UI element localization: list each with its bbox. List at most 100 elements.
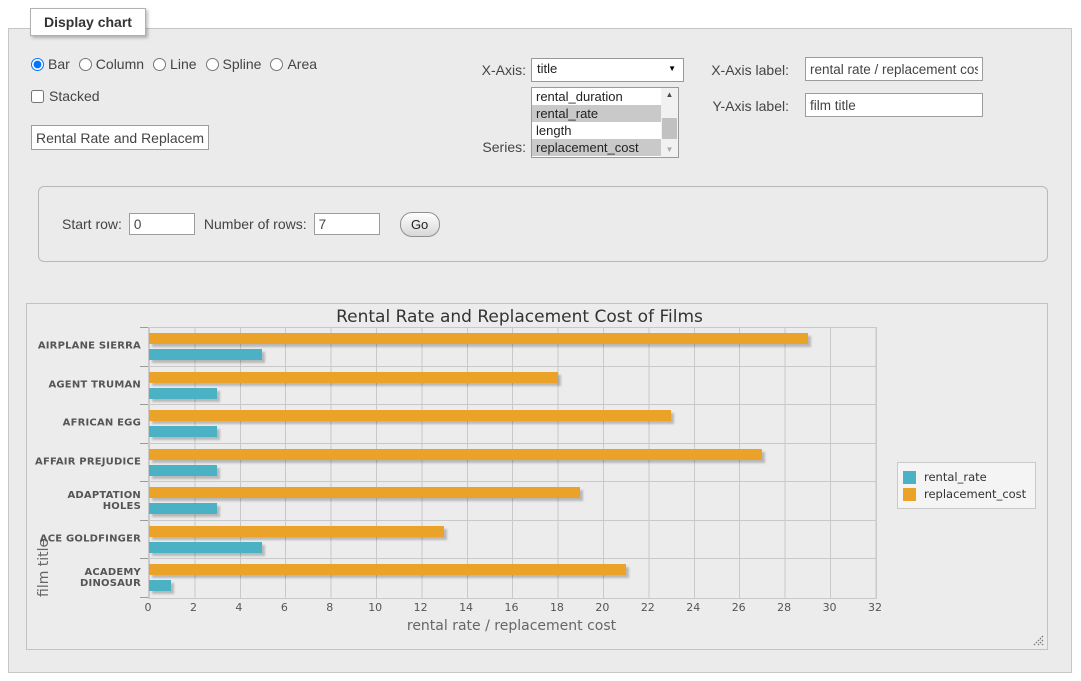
legend-label: rental_rate — [924, 470, 987, 484]
category-label: AFFAIR PREJUDICE — [27, 457, 141, 468]
x-axis-tick-label: 20 — [595, 601, 609, 614]
chart-band — [149, 559, 876, 598]
chart-legend: rental_rate replacement_cost — [897, 462, 1036, 509]
x-axis-tick-label: 24 — [686, 601, 700, 614]
stacked-checkbox[interactable] — [31, 90, 44, 103]
start-row-label: Start row: — [62, 216, 122, 232]
bar-replacement_cost[interactable] — [149, 410, 671, 421]
bar-replacement_cost[interactable] — [149, 372, 558, 383]
series-option-replacement_cost[interactable]: replacement_cost — [532, 139, 661, 156]
category-label: ACE GOLDFINGER — [27, 534, 141, 545]
x-axis-tick-label: 18 — [550, 601, 564, 614]
y-axis-label-label: Y-Axis label: — [639, 98, 789, 114]
chart-type-option-line[interactable]: Line — [153, 56, 196, 72]
stacked-option[interactable]: Stacked — [31, 88, 100, 104]
chart-x-axis-label: rental rate / replacement cost — [148, 618, 875, 634]
bar-rental_rate[interactable] — [149, 388, 217, 399]
bar-replacement_cost[interactable] — [149, 333, 808, 344]
panel-legend-text: Display chart — [44, 14, 132, 30]
chart-type-label: Bar — [48, 56, 70, 72]
category-label: AIRPLANE SIERRA — [27, 341, 141, 352]
bar-replacement_cost[interactable] — [149, 487, 580, 498]
category-label: ADAPTATION HOLES — [27, 490, 141, 512]
bar-rental_rate[interactable] — [149, 542, 262, 553]
row-range-box: Start row: Number of rows: Go — [38, 186, 1048, 262]
chart-band — [149, 405, 876, 444]
scrollbar-thumb[interactable] — [662, 118, 677, 139]
chart-band — [149, 367, 876, 406]
x-axis-tick-label: 0 — [145, 601, 152, 614]
bar-rental_rate[interactable] — [149, 465, 217, 476]
bar-rental_rate[interactable] — [149, 580, 171, 591]
x-axis-tick-label: 12 — [414, 601, 428, 614]
chart-type-radio-bar[interactable] — [31, 58, 44, 71]
num-rows-label: Number of rows: — [204, 216, 307, 232]
series-option-length[interactable]: length — [532, 122, 661, 139]
y-axis-tick-mark — [140, 597, 148, 598]
chart-type-radio-line[interactable] — [153, 58, 166, 71]
x-axis-tick-label: 6 — [281, 601, 288, 614]
chart-title: Rental Rate and Replacement Cost of Film… — [27, 307, 1012, 327]
chart-type-radio-spline[interactable] — [206, 58, 219, 71]
num-rows-input[interactable] — [314, 213, 380, 235]
go-button[interactable]: Go — [400, 212, 440, 237]
y-axis-tick-mark — [140, 404, 148, 405]
legend-item-replacement_cost[interactable]: replacement_cost — [903, 487, 1026, 501]
legend-swatch-rental_rate — [903, 471, 916, 484]
x-axis-tick-label: 28 — [777, 601, 791, 614]
x-axis-tick-label: 16 — [505, 601, 519, 614]
chart-type-option-bar[interactable]: Bar — [31, 56, 70, 72]
page: Display chart Bar Column Line Spline Area St… — [0, 0, 1081, 681]
bar-rental_rate[interactable] — [149, 503, 217, 514]
chart-type-label: Area — [287, 56, 317, 72]
start-row-input[interactable] — [129, 213, 195, 235]
series-select-label: Series: — [429, 139, 526, 155]
y-axis-tick-mark — [140, 327, 148, 328]
chart-type-radio-area[interactable] — [270, 58, 283, 71]
legend-swatch-replacement_cost — [903, 488, 916, 501]
x-axis-selected-value: title — [537, 61, 557, 76]
chart-type-label: Spline — [223, 56, 262, 72]
category-label: AGENT TRUMAN — [27, 379, 141, 390]
legend-item-rental_rate[interactable]: rental_rate — [903, 470, 1026, 484]
x-axis-label-input[interactable] — [805, 57, 983, 81]
x-axis-select-label: X-Axis: — [429, 62, 526, 78]
y-axis-tick-mark — [140, 558, 148, 559]
chart-title-input[interactable] — [31, 125, 209, 150]
display-chart-panel: Display chart BarColumnLineSplineArea St… — [8, 28, 1072, 673]
bar-replacement_cost[interactable] — [149, 526, 444, 537]
y-axis-tick-mark — [140, 481, 148, 482]
resize-handle-icon[interactable] — [1033, 635, 1044, 646]
x-axis-tick-label: 2 — [190, 601, 197, 614]
x-axis-tick-label: 26 — [732, 601, 746, 614]
x-axis-label-label: X-Axis label: — [639, 62, 789, 78]
bar-rental_rate[interactable] — [149, 426, 217, 437]
bar-replacement_cost[interactable] — [149, 564, 626, 575]
chart-band — [149, 444, 876, 483]
y-axis-label-input[interactable] — [805, 93, 983, 117]
chart-type-radio-group: Bar Column Line Spline Area — [31, 56, 326, 72]
chart-type-label: Line — [170, 56, 196, 72]
chart-band — [149, 482, 876, 521]
x-axis-tick-label: 30 — [823, 601, 837, 614]
stacked-label: Stacked — [49, 88, 100, 104]
chart-band — [149, 328, 876, 367]
chart-container: Rental Rate and Replacement Cost of Film… — [26, 303, 1048, 650]
bar-replacement_cost[interactable] — [149, 449, 762, 460]
category-label: ACADEMY DINOSAUR — [27, 567, 141, 589]
chart-plot-area — [148, 327, 877, 599]
scroll-down-icon[interactable]: ▼ — [661, 143, 678, 157]
category-label: AFRICAN EGG — [27, 418, 141, 429]
bar-rental_rate[interactable] — [149, 349, 262, 360]
x-axis-tick-label: 4 — [235, 601, 242, 614]
x-axis-tick-label: 32 — [868, 601, 882, 614]
chart-type-option-column[interactable]: Column — [79, 56, 144, 72]
x-axis-tick-label: 10 — [368, 601, 382, 614]
x-axis-tick-label: 22 — [641, 601, 655, 614]
y-axis-tick-mark — [140, 366, 148, 367]
chart-type-option-area[interactable]: Area — [270, 56, 317, 72]
x-axis-tick-label: 14 — [459, 601, 473, 614]
chart-type-option-spline[interactable]: Spline — [206, 56, 262, 72]
y-axis-tick-mark — [140, 443, 148, 444]
chart-type-radio-column[interactable] — [79, 58, 92, 71]
